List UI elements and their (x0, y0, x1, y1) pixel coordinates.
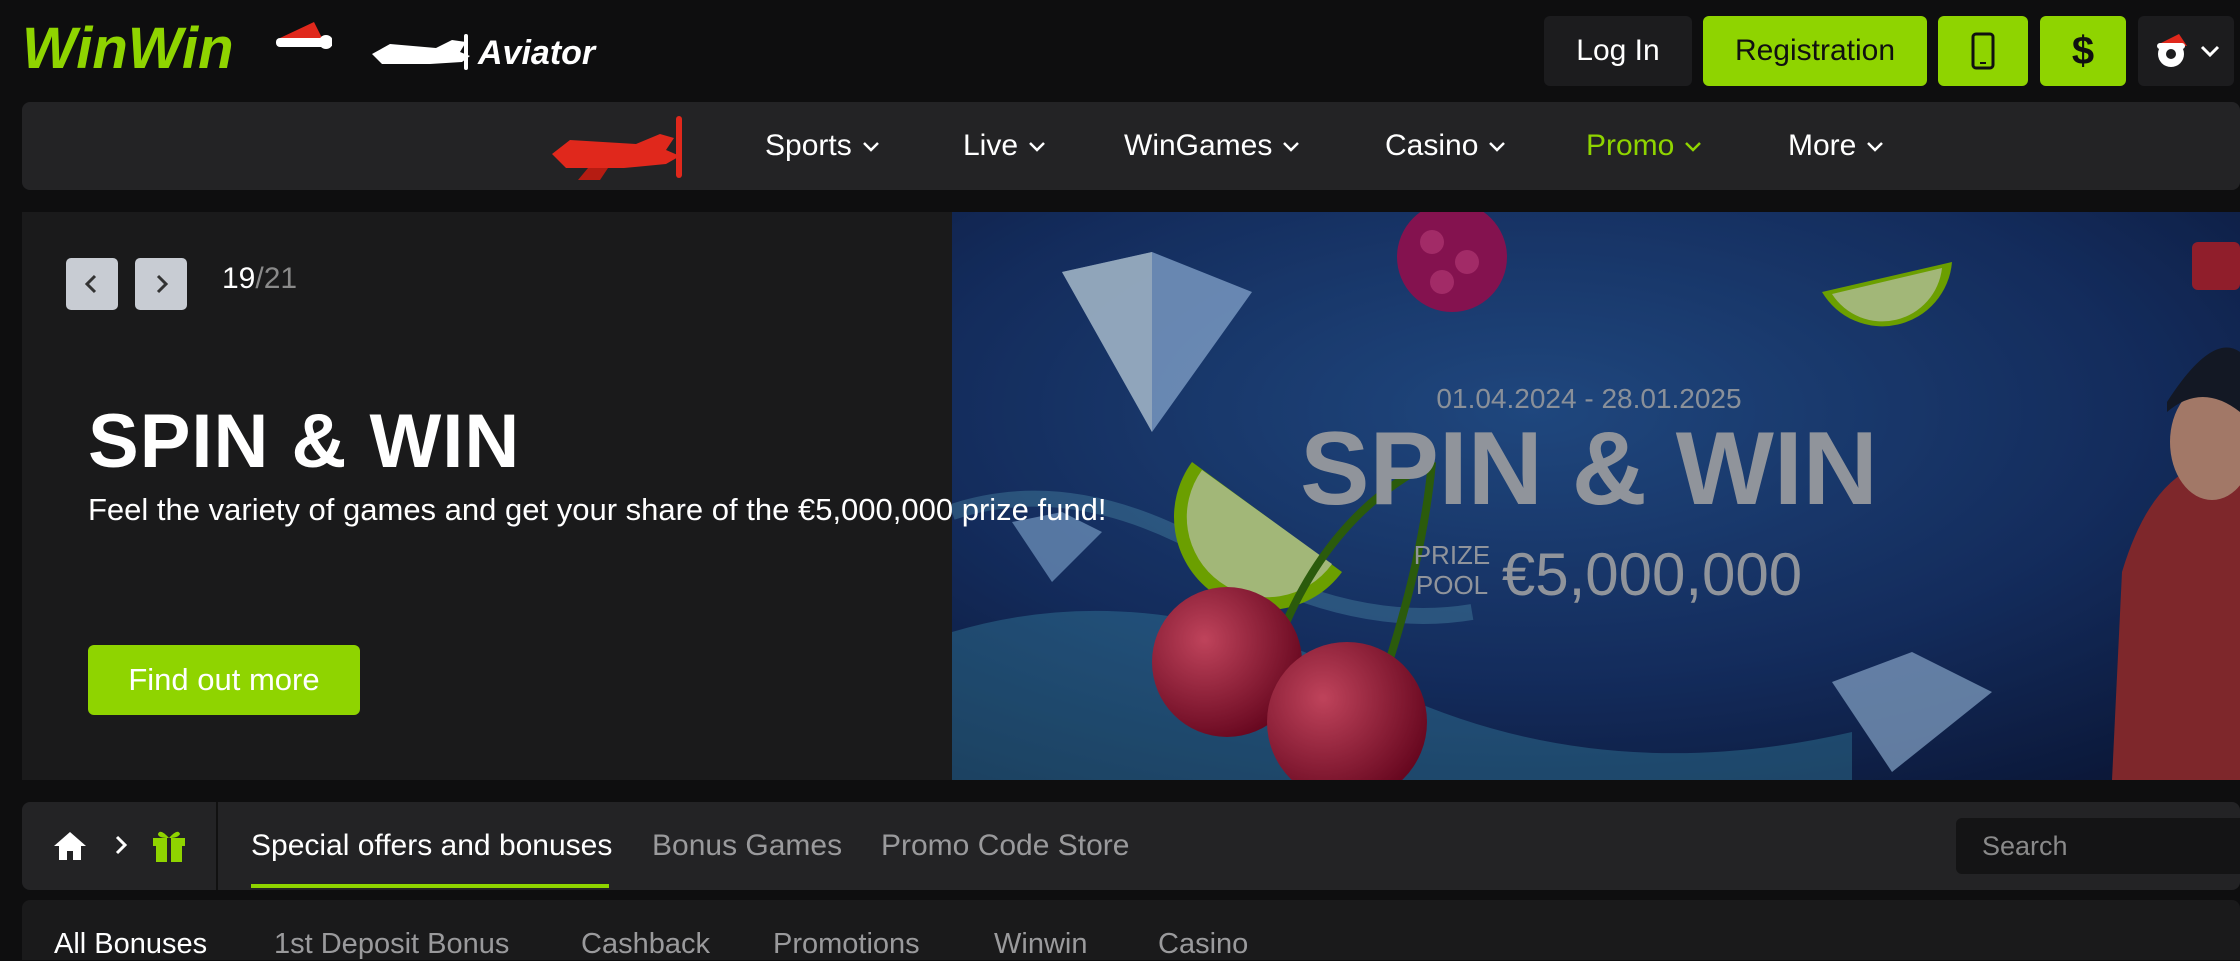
chevron-down-icon (862, 142, 879, 152)
chevron-down-icon (1867, 142, 1884, 152)
deposit-button[interactable]: $ (2040, 16, 2126, 86)
tab-special-offers[interactable]: Special offers and bonuses (251, 802, 612, 890)
nav-label: WinGames (1124, 129, 1273, 162)
nav-item-promo[interactable]: Promo (1586, 102, 1702, 190)
aviator-plane-icon[interactable] (548, 110, 698, 184)
nav-label: Sports (765, 129, 852, 162)
nav-label: More (1788, 129, 1857, 162)
slide-total: /21 (255, 262, 298, 295)
tab-promo-code-store[interactable]: Promo Code Store (881, 802, 1129, 890)
active-tab-underline (251, 884, 609, 888)
hero-promo-image[interactable]: 01.04.2024 - 28.01.2025 SPIN & WIN PRIZE… (952, 212, 2240, 780)
brand-text: WinWin (22, 16, 234, 81)
gift-icon[interactable] (150, 826, 188, 864)
chevron-down-icon (1489, 142, 1506, 152)
slide-counter: 19/21 (222, 262, 297, 296)
mobile-phone-icon (1971, 32, 1995, 70)
chevron-left-icon (84, 274, 97, 294)
tab-bonus-games[interactable]: Bonus Games (652, 802, 842, 890)
chevron-down-icon (1029, 142, 1045, 152)
nav-item-more[interactable]: More (1788, 102, 1884, 190)
aviator-text: Aviator (477, 34, 597, 72)
nav-item-sports[interactable]: Sports (765, 102, 880, 190)
home-icon[interactable] (52, 828, 88, 864)
hero-title: SPIN & WIN (88, 399, 521, 484)
nav-item-live[interactable]: Live (963, 102, 1046, 190)
settings-button[interactable] (2138, 16, 2234, 86)
filter-winwin[interactable]: Winwin (994, 928, 1087, 961)
mobile-app-button[interactable] (1938, 16, 2028, 86)
airplane-icon (372, 34, 470, 70)
filter-1st-deposit-bonus[interactable]: 1st Deposit Bonus (274, 928, 509, 961)
aviator-logo[interactable]: Aviator (370, 22, 610, 80)
chevron-down-icon (2200, 45, 2220, 58)
filter-all-bonuses[interactable]: All Bonuses (54, 928, 207, 961)
nav-item-casino[interactable]: Casino (1385, 102, 1506, 190)
search-input[interactable]: Search (1956, 818, 2240, 874)
chevron-down-icon (1685, 142, 1702, 152)
nav-label: Live (963, 129, 1019, 162)
nav-item-wingames[interactable]: WinGames (1124, 102, 1300, 190)
filter-cashback[interactable]: Cashback (581, 928, 710, 961)
filter-promotions[interactable]: Promotions (773, 928, 920, 961)
registration-button[interactable]: Registration (1703, 16, 1927, 86)
slide-current: 19 (222, 262, 256, 295)
santa-hat-icon (276, 22, 333, 49)
hero-subtitle: Feel the variety of games and get your s… (88, 492, 1107, 527)
subnav-divider (216, 802, 218, 890)
filter-casino[interactable]: Casino (1158, 928, 1248, 961)
chevron-down-icon (1283, 142, 1300, 152)
find-out-more-button[interactable]: Find out more (88, 645, 360, 715)
login-button[interactable]: Log In (1544, 16, 1692, 86)
chevron-right-icon (110, 834, 132, 856)
gear-icon (2157, 34, 2187, 67)
slide-next-button[interactable] (135, 258, 187, 310)
chevron-right-icon (156, 274, 169, 294)
winwin-logo[interactable]: WinWin (22, 12, 333, 82)
nav-label: Casino (1385, 129, 1479, 162)
slide-prev-button[interactable] (66, 258, 118, 310)
nav-label: Promo (1586, 129, 1675, 162)
